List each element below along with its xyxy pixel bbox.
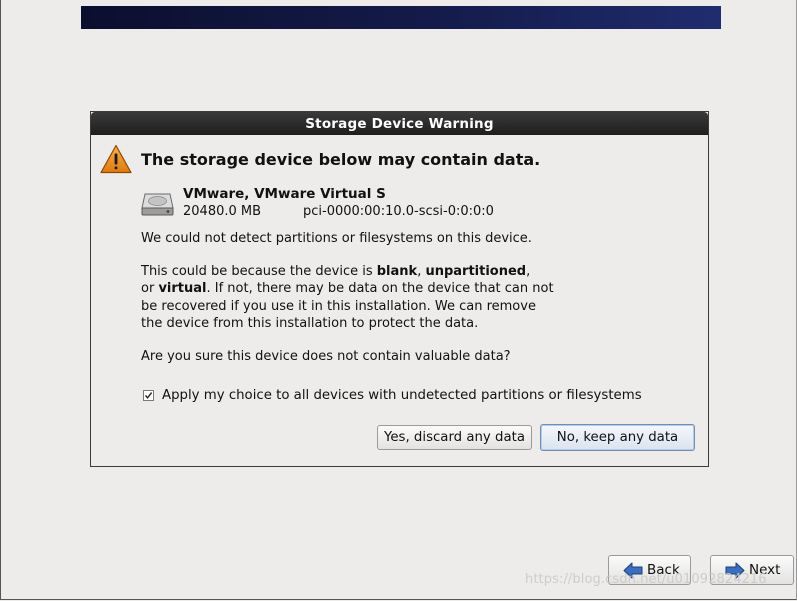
header-banner xyxy=(81,6,721,29)
apply-all-row[interactable]: Apply my choice to all devices with unde… xyxy=(143,388,642,403)
hard-disk-icon xyxy=(141,191,174,217)
virtual-keyword: virtual xyxy=(158,281,207,297)
confirmation-question: Are you sure this device does not contai… xyxy=(141,349,511,364)
dialog-title: Storage Device Warning xyxy=(91,112,708,135)
blank-keyword: blank xyxy=(376,264,418,279)
warning-icon xyxy=(100,144,132,174)
no-partitions-text: We could not detect partitions or filesy… xyxy=(141,231,532,246)
separator-2: , xyxy=(526,264,531,279)
unpartitioned-keyword: unpartitioned xyxy=(425,264,527,279)
explanation-text: This could be because the device is blan… xyxy=(141,263,561,332)
watermark-text: https://blog.csdn.net/u01092824216 xyxy=(525,572,767,587)
discard-data-button[interactable]: Yes, discard any data xyxy=(377,425,532,450)
device-size: 20480.0 MB xyxy=(183,204,262,219)
device-path: pci-0000:00:10.0-scsi-0:0:0:0 xyxy=(303,204,494,219)
storage-warning-dialog: Storage Device Warning The storage devic… xyxy=(90,111,709,467)
explanation-part-1: This could be because the device is xyxy=(141,264,377,279)
warning-headline: The storage device below may contain dat… xyxy=(141,150,541,169)
apply-all-label: Apply my choice to all devices with unde… xyxy=(162,388,642,403)
explanation-part-2: or xyxy=(141,281,159,297)
device-name: VMware, VMware Virtual S xyxy=(183,186,386,202)
keep-data-button[interactable]: No, keep any data xyxy=(540,424,695,451)
apply-all-checkbox[interactable] xyxy=(143,390,154,401)
